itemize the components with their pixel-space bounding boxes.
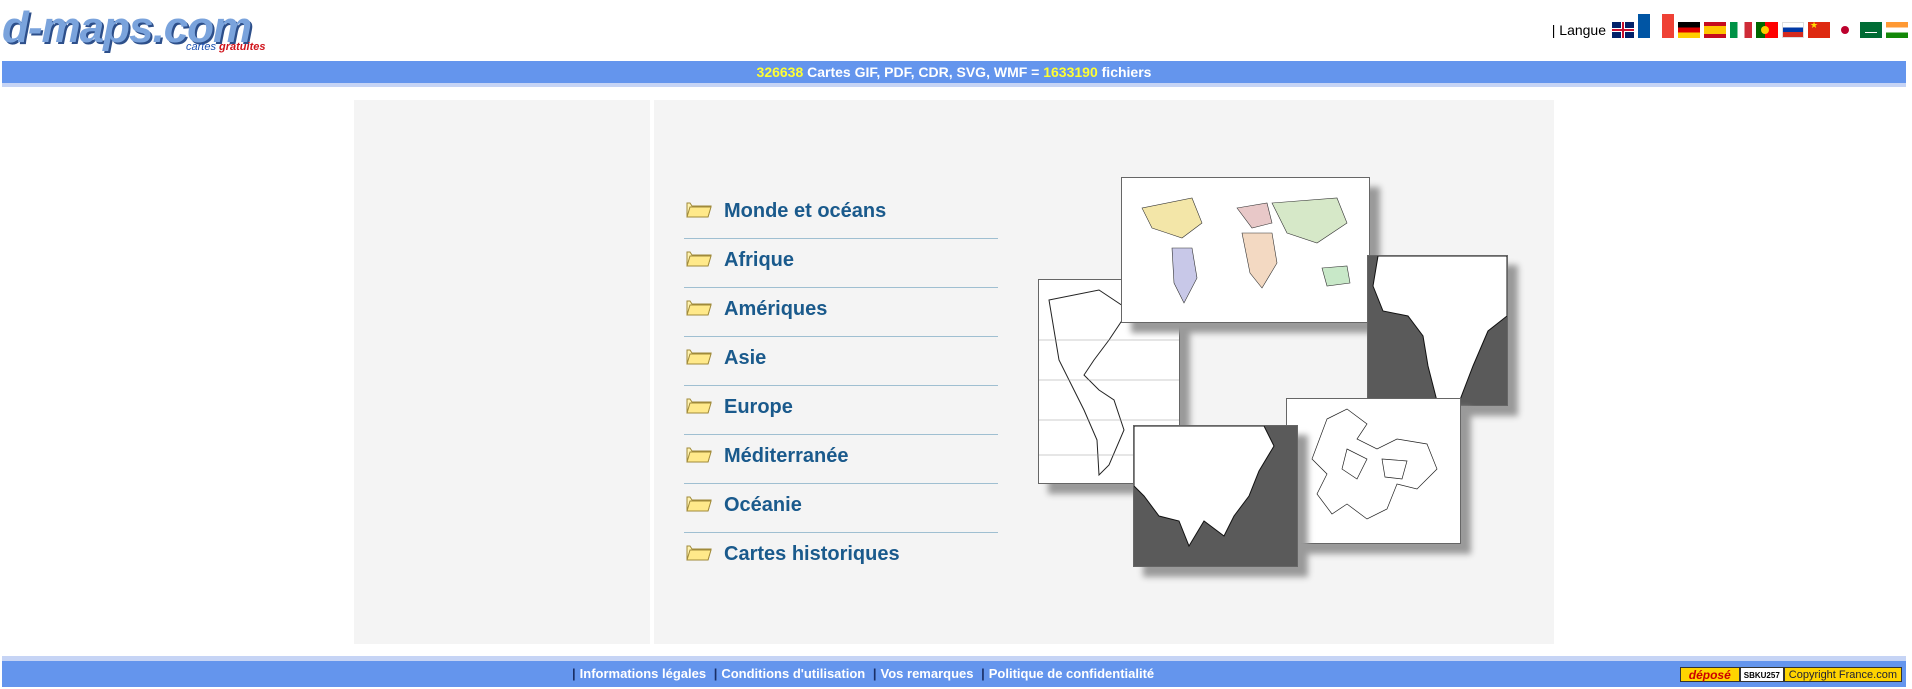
menu-item-label[interactable]: Méditerranée xyxy=(724,445,849,468)
logo-tagline-suffix: gratuites xyxy=(219,41,266,53)
footer-separator: | xyxy=(981,666,985,681)
menu-item-monde[interactable]: Monde et océans xyxy=(684,190,998,239)
menu-item-label[interactable]: Monde et océans xyxy=(724,200,886,223)
europe-map-image xyxy=(1287,399,1460,543)
menu-item-label[interactable]: Asie xyxy=(724,347,766,370)
menu-item-oceanie[interactable]: Océanie xyxy=(684,484,998,533)
africa-map-image xyxy=(1368,256,1507,405)
china-flag-icon[interactable] xyxy=(1808,22,1830,38)
portugal-flag-icon[interactable] xyxy=(1756,22,1778,38)
region-menu: Monde et océans Afrique Amériques Asie E… xyxy=(684,190,998,582)
menu-item-mediterranee[interactable]: Méditerranée xyxy=(684,435,998,484)
uk-flag-icon[interactable] xyxy=(1612,22,1634,38)
france-flag-icon[interactable] xyxy=(1638,14,1674,38)
footer-bar: | Informations légales | Conditions d'util… xyxy=(2,656,1906,687)
stats-bar: 326638 Cartes GIF, PDF, CDR, SVG, WMF = … xyxy=(2,61,1906,87)
file-count: 1633190 xyxy=(1043,64,1098,80)
menu-item-europe[interactable]: Europe xyxy=(684,386,998,435)
spain-flag-icon[interactable] xyxy=(1704,22,1726,38)
world-map-image xyxy=(1122,178,1369,322)
footer-separator: | xyxy=(713,666,718,681)
left-sidebar-panel xyxy=(354,100,650,644)
asia-map-thumbnail[interactable] xyxy=(1133,425,1298,567)
menu-item-label[interactable]: Europe xyxy=(724,396,793,419)
italy-flag-icon[interactable] xyxy=(1730,22,1752,38)
logo-tagline-prefix: cartes xyxy=(186,41,216,53)
files-label: fichiers xyxy=(1101,64,1152,80)
folder-icon xyxy=(686,445,712,463)
asia-map-image xyxy=(1134,426,1297,566)
folder-icon xyxy=(686,298,712,316)
saudi-flag-icon[interactable] xyxy=(1860,22,1882,38)
menu-item-label[interactable]: Cartes historiques xyxy=(724,543,900,566)
menu-item-asie[interactable]: Asie xyxy=(684,337,998,386)
japan-flag-icon[interactable] xyxy=(1834,22,1856,38)
europe-map-thumbnail[interactable] xyxy=(1286,398,1461,544)
africa-map-thumbnail[interactable] xyxy=(1367,255,1508,406)
menu-item-afrique[interactable]: Afrique xyxy=(684,239,998,288)
folder-icon xyxy=(686,396,712,414)
folder-icon xyxy=(686,249,712,267)
footer-separator: | xyxy=(872,666,877,681)
copyright-badge[interactable]: déposé SBKU257 Copyright France.com xyxy=(1679,667,1902,682)
world-map-thumbnail[interactable] xyxy=(1121,177,1370,323)
site-logo[interactable]: d-maps.com cartes gratuites xyxy=(2,4,272,54)
footer-links: | Informations légales | Conditions d'util… xyxy=(572,661,1158,687)
logo-tagline: cartes gratuites xyxy=(186,41,266,53)
footer-link-feedback[interactable]: Vos remarques xyxy=(881,666,974,681)
badge-deposited: déposé xyxy=(1679,667,1740,682)
menu-item-label[interactable]: Océanie xyxy=(724,494,802,517)
footer-separator: | xyxy=(572,666,576,681)
language-label: | Langue xyxy=(1551,22,1606,38)
footer-link-privacy[interactable]: Politique de confidentialité xyxy=(989,666,1154,681)
badge-code: SBKU257 xyxy=(1739,667,1784,682)
folder-icon xyxy=(686,347,712,365)
menu-item-historiques[interactable]: Cartes historiques xyxy=(684,533,998,582)
language-selector: | Langue xyxy=(1551,14,1908,38)
menu-item-ameriques[interactable]: Amériques xyxy=(684,288,998,337)
russia-flag-icon[interactable] xyxy=(1782,22,1804,38)
footer-link-terms[interactable]: Conditions d'utilisation xyxy=(721,666,865,681)
menu-item-label[interactable]: Amériques xyxy=(724,298,827,321)
footer-link-legal[interactable]: Informations légales xyxy=(580,666,706,681)
map-count: 326638 xyxy=(756,64,804,80)
folder-icon xyxy=(686,494,712,512)
formats-text: Cartes GIF, PDF, CDR, SVG, WMF = xyxy=(807,64,1040,80)
folder-icon xyxy=(686,543,712,561)
india-flag-icon[interactable] xyxy=(1886,22,1908,38)
badge-copyright: Copyright France.com xyxy=(1783,667,1902,682)
menu-item-label[interactable]: Afrique xyxy=(724,249,794,272)
folder-icon xyxy=(686,200,712,218)
germany-flag-icon[interactable] xyxy=(1678,22,1700,38)
